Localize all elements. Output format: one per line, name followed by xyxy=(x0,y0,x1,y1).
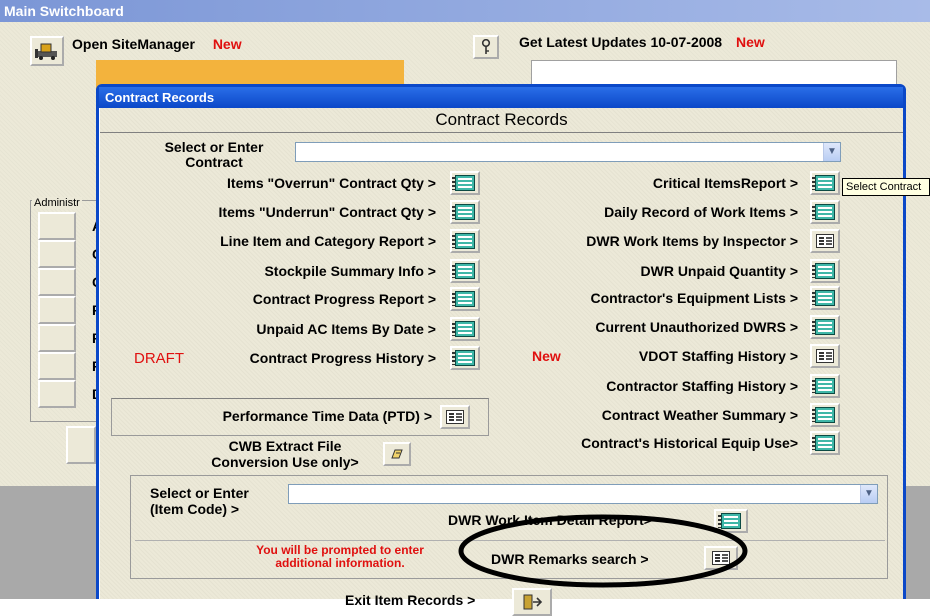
left-item-button-2[interactable] xyxy=(450,229,480,253)
chevron-down-icon[interactable]: ▼ xyxy=(823,143,840,161)
right-item-label-5: Current Unauthorized DWRS > xyxy=(595,319,798,335)
left-item-label-1: Items "Underrun" Contract Qty > xyxy=(218,204,436,220)
left-item-button-1[interactable] xyxy=(450,200,480,224)
report-list-icon xyxy=(452,350,475,366)
admin-button-2[interactable] xyxy=(38,240,76,268)
left-item-label-0: Items "Overrun" Contract Qty > xyxy=(227,175,436,191)
main-switchboard-titlebar: Main Switchboard xyxy=(0,0,930,22)
admin-button-7[interactable] xyxy=(38,380,76,408)
administration-group-label: Administr xyxy=(32,197,82,209)
right-item-label-4: Contractor's Equipment Lists > xyxy=(590,290,798,306)
right-item-label-6: VDOT Staffing History > xyxy=(638,348,798,364)
left-item-button-5[interactable] xyxy=(450,317,480,341)
report-list-icon xyxy=(812,378,835,394)
select-contract-tooltip: Select Contract xyxy=(842,178,930,196)
right-item-button-7[interactable] xyxy=(810,374,840,398)
highlight-ellipse xyxy=(458,514,748,588)
sitemanager-new-badge: New xyxy=(212,36,242,52)
report-list-icon xyxy=(452,263,475,279)
report-list-icon xyxy=(812,175,835,191)
report-list-icon xyxy=(812,407,835,423)
ptd-label: Performance Time Data (PTD) > xyxy=(222,408,432,424)
form-icon xyxy=(446,410,464,424)
form-icon xyxy=(816,234,834,248)
right-item-button-8[interactable] xyxy=(810,403,840,427)
right-item-label-0: Critical ItemsReport > xyxy=(652,175,798,191)
left-item-label-2: Line Item and Category Report > xyxy=(220,233,436,249)
admin-button-1[interactable] xyxy=(38,212,76,240)
key-icon xyxy=(481,39,491,54)
right-item-label-9: Contract's Historical Equip Use> xyxy=(581,435,798,451)
admin-button-6[interactable] xyxy=(38,352,76,380)
item-code-label-line1: Select or Enter xyxy=(150,485,249,501)
left-item-label-5: Unpaid AC Items By Date > xyxy=(256,321,436,337)
updates-new-badge: New xyxy=(735,34,765,50)
switchboard-report-button[interactable] xyxy=(66,426,96,464)
right-item-button-4[interactable] xyxy=(810,286,840,310)
left-item-button-0[interactable] xyxy=(450,171,480,195)
report-list-icon xyxy=(812,204,835,220)
chevron-down-icon[interactable]: ▼ xyxy=(860,485,877,503)
prompt-line-2: additional information. xyxy=(275,556,405,570)
ptd-button[interactable] xyxy=(440,405,470,429)
bulldozer-icon xyxy=(35,43,57,60)
left-item-button-6[interactable] xyxy=(450,346,480,370)
open-sitemanager-label: Open SiteManager xyxy=(72,36,195,52)
right-item-button-0[interactable] xyxy=(810,171,840,195)
report-list-icon xyxy=(812,435,835,451)
admin-button-5[interactable] xyxy=(38,324,76,352)
right-item-button-3[interactable] xyxy=(810,259,840,283)
right-item-label-3: DWR Unpaid Quantity > xyxy=(640,263,799,279)
admin-button-3[interactable] xyxy=(38,268,76,296)
item-code-label-line2: (Item Code) > xyxy=(150,501,240,517)
report-list-icon xyxy=(452,321,475,337)
report-list-icon xyxy=(452,204,475,220)
item-code-label: Select or Enter (Item Code) > xyxy=(150,485,249,517)
exit-item-records-button[interactable] xyxy=(512,588,552,616)
left-item-label-4: Contract Progress Report > xyxy=(252,291,436,307)
prompt-message: You will be prompted to enter additional… xyxy=(230,544,450,570)
report-list-icon xyxy=(812,263,835,279)
report-list-icon xyxy=(452,291,475,307)
cwb-extract-label: CWB Extract File Conversion Use only> xyxy=(190,438,380,470)
left-item-label-3: Stockpile Summary Info > xyxy=(264,263,436,279)
cwb-extract-label-line1: CWB Extract File xyxy=(228,438,342,454)
admin-button-4[interactable] xyxy=(38,296,76,324)
right-item-button-1[interactable] xyxy=(810,200,840,224)
report-list-icon xyxy=(812,290,835,306)
right-item-label-8: Contract Weather Summary > xyxy=(601,407,798,423)
form-icon xyxy=(816,349,834,363)
right-item-label-2: DWR Work Items by Inspector > xyxy=(586,233,798,249)
report-list-icon xyxy=(452,233,475,249)
cwb-extract-button[interactable] xyxy=(383,442,411,466)
report-list-icon xyxy=(812,319,835,335)
cwb-extract-label-line2: Conversion Use only> xyxy=(211,454,359,470)
form-title: Contract Records xyxy=(435,110,568,129)
right-item-button-9[interactable] xyxy=(810,431,840,455)
report-list-icon xyxy=(452,175,475,191)
contract-combobox[interactable]: ▼ xyxy=(295,142,841,162)
right-item-label-1: Daily Record of Work Items > xyxy=(604,204,798,220)
left-item-label-6: Contract Progress History > xyxy=(249,350,436,366)
get-updates-button[interactable] xyxy=(473,35,499,59)
select-contract-label: Select or Enter Contract xyxy=(164,139,264,170)
exit-door-icon xyxy=(523,594,543,610)
exit-item-records-label: Exit Item Records > xyxy=(345,592,476,608)
right-item-button-6[interactable] xyxy=(810,344,840,368)
right-item-button-5[interactable] xyxy=(810,315,840,339)
item-code-combobox[interactable]: ▼ xyxy=(288,484,878,504)
open-sitemanager-button[interactable] xyxy=(30,36,64,66)
title-divider xyxy=(100,132,903,133)
left-item-button-3[interactable] xyxy=(450,259,480,283)
get-updates-label: Get Latest Updates 10-07-2008 xyxy=(519,34,723,50)
right-item-label-7: Contractor Staffing History > xyxy=(606,378,798,394)
right-item-button-2[interactable] xyxy=(810,229,840,253)
left-item-button-4[interactable] xyxy=(450,287,480,311)
dialog-titlebar: Contract Records xyxy=(99,87,903,108)
extract-icon xyxy=(391,449,403,459)
